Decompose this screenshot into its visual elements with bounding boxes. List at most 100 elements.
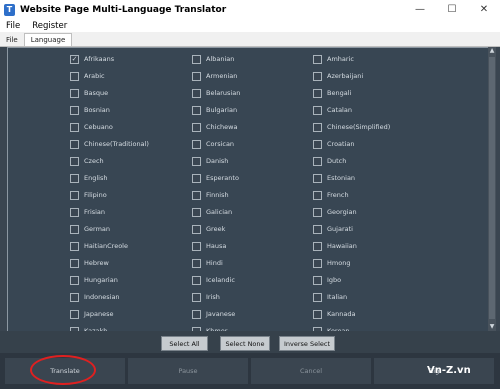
- checkbox[interactable]: [192, 241, 201, 251]
- checkbox[interactable]: [192, 122, 201, 132]
- language-option[interactable]: Azerbaijani: [313, 70, 363, 82]
- checkbox[interactable]: [70, 224, 79, 234]
- checkbox[interactable]: [70, 173, 79, 183]
- language-option[interactable]: Javanese: [192, 308, 235, 320]
- checkbox[interactable]: [70, 122, 79, 132]
- maximize-button[interactable]: ☐: [436, 0, 468, 19]
- language-option[interactable]: Armenian: [192, 70, 237, 82]
- checkbox[interactable]: [70, 207, 79, 217]
- checkbox[interactable]: [70, 309, 79, 319]
- language-option[interactable]: Kannada: [313, 308, 355, 320]
- checkbox[interactable]: [313, 309, 322, 319]
- pause-button[interactable]: Pause: [128, 358, 248, 384]
- language-option[interactable]: Hindi: [192, 257, 223, 269]
- checkbox[interactable]: [70, 156, 79, 166]
- checkbox[interactable]: ✓: [70, 54, 79, 64]
- checkbox[interactable]: [192, 71, 201, 81]
- checkbox[interactable]: [70, 88, 79, 98]
- checkbox[interactable]: [70, 105, 79, 115]
- checkbox[interactable]: [192, 258, 201, 268]
- checkbox[interactable]: [313, 122, 322, 132]
- language-option[interactable]: Bosnian: [70, 104, 110, 116]
- language-option[interactable]: Gujarati: [313, 223, 353, 235]
- language-option[interactable]: Japanese: [70, 308, 114, 320]
- checkbox[interactable]: [313, 54, 322, 64]
- language-option[interactable]: Czech: [70, 155, 104, 167]
- language-option[interactable]: Indonesian: [70, 291, 120, 303]
- checkbox[interactable]: [192, 190, 201, 200]
- language-option[interactable]: Georgian: [313, 206, 357, 218]
- checkbox[interactable]: [192, 54, 201, 64]
- language-option[interactable]: Corsican: [192, 138, 234, 150]
- checkbox[interactable]: [70, 258, 79, 268]
- checkbox[interactable]: [192, 173, 201, 183]
- language-option[interactable]: Dutch: [313, 155, 346, 167]
- checkbox[interactable]: [192, 88, 201, 98]
- checkbox[interactable]: [313, 105, 322, 115]
- checkbox[interactable]: [313, 275, 322, 285]
- language-option[interactable]: Bengali: [313, 87, 351, 99]
- language-option[interactable]: Icelandic: [192, 274, 235, 286]
- scrollbar-thumb[interactable]: [489, 57, 495, 319]
- vertical-scrollbar[interactable]: ▲ ▼: [488, 47, 496, 331]
- checkbox[interactable]: [313, 241, 322, 251]
- language-option[interactable]: Italian: [313, 291, 347, 303]
- checkbox[interactable]: [192, 224, 201, 234]
- language-option[interactable]: Cebuano: [70, 121, 113, 133]
- language-option[interactable]: English: [70, 172, 107, 184]
- language-option[interactable]: Chinese(Simplified): [313, 121, 390, 133]
- checkbox[interactable]: [313, 173, 322, 183]
- close-button[interactable]: ✕: [468, 0, 500, 19]
- checkbox[interactable]: [192, 309, 201, 319]
- language-option[interactable]: Amharic: [313, 53, 354, 65]
- select-none-button[interactable]: Select None: [220, 336, 270, 351]
- language-option[interactable]: French: [313, 189, 349, 201]
- language-option[interactable]: Esperanto: [192, 172, 239, 184]
- checkbox[interactable]: [192, 105, 201, 115]
- tab-file[interactable]: File: [0, 34, 24, 46]
- language-option[interactable]: ✓ Afrikaans: [70, 53, 114, 65]
- checkbox[interactable]: [70, 190, 79, 200]
- language-option[interactable]: Greek: [192, 223, 225, 235]
- checkbox[interactable]: [313, 88, 322, 98]
- language-option[interactable]: Albanian: [192, 53, 234, 65]
- checkbox[interactable]: [313, 258, 322, 268]
- language-option[interactable]: Danish: [192, 155, 228, 167]
- checkbox[interactable]: [313, 190, 322, 200]
- select-all-button[interactable]: Select All: [161, 336, 208, 351]
- checkbox[interactable]: [313, 71, 322, 81]
- language-option[interactable]: Chichewa: [192, 121, 237, 133]
- checkbox[interactable]: [192, 207, 201, 217]
- scroll-down-arrow-icon[interactable]: ▼: [488, 323, 496, 331]
- language-option[interactable]: Filipino: [70, 189, 107, 201]
- tab-language[interactable]: Language: [23, 33, 73, 46]
- checkbox[interactable]: [70, 275, 79, 285]
- language-option[interactable]: Irish: [192, 291, 220, 303]
- language-option[interactable]: Catalan: [313, 104, 352, 116]
- scroll-up-arrow-icon[interactable]: ▲: [488, 47, 496, 55]
- language-option[interactable]: Estonian: [313, 172, 355, 184]
- checkbox[interactable]: [192, 275, 201, 285]
- language-option[interactable]: Igbo: [313, 274, 341, 286]
- language-option[interactable]: German: [70, 223, 110, 235]
- language-option[interactable]: HaitianCreole: [70, 240, 128, 252]
- checkbox[interactable]: [313, 156, 322, 166]
- language-option[interactable]: Galician: [192, 206, 232, 218]
- cancel-button[interactable]: Cancel: [251, 358, 371, 384]
- language-option[interactable]: Croatian: [313, 138, 355, 150]
- menu-register[interactable]: Register: [32, 21, 67, 31]
- language-option[interactable]: Hmong: [313, 257, 350, 269]
- checkbox[interactable]: [70, 292, 79, 302]
- language-option[interactable]: Arabic: [70, 70, 105, 82]
- language-option[interactable]: Finnish: [192, 189, 229, 201]
- language-option[interactable]: Hungarian: [70, 274, 118, 286]
- inverse-select-button[interactable]: Inverse Select: [279, 336, 335, 351]
- language-option[interactable]: Belarusian: [192, 87, 240, 99]
- checkbox[interactable]: [313, 224, 322, 234]
- checkbox[interactable]: [313, 292, 322, 302]
- language-option[interactable]: Hausa: [192, 240, 226, 252]
- language-option[interactable]: Basque: [70, 87, 108, 99]
- language-option[interactable]: Hawaiian: [313, 240, 357, 252]
- checkbox[interactable]: [70, 71, 79, 81]
- language-option[interactable]: Chinese(Traditional): [70, 138, 149, 150]
